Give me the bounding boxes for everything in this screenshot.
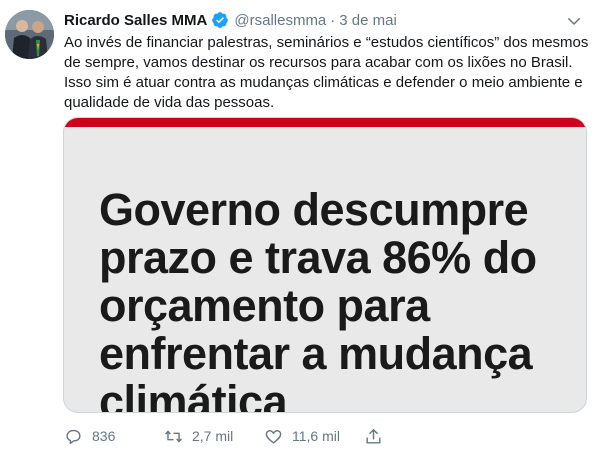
retweet-icon <box>165 430 182 442</box>
share-button[interactable] <box>364 427 383 446</box>
retweet-count: 2,7 mil <box>192 428 234 444</box>
share-icon <box>366 428 381 444</box>
headline-line: Governo descumpre <box>99 184 529 235</box>
tweet-header: Ricardo Salles MMA @rsallesmma · 3 de ma… <box>64 10 583 30</box>
tweet-timestamp[interactable]: 3 de mai <box>339 12 397 29</box>
tweet-text: Ao invés de financiar palestras, seminár… <box>64 33 589 113</box>
reply-count: 836 <box>92 428 116 444</box>
tweet-media-image[interactable]: Governo descumpre prazo e trava 86% do o… <box>63 117 587 413</box>
like-button[interactable]: 11,6 mil <box>264 427 364 446</box>
retweet-button[interactable]: 2,7 mil <box>164 427 264 446</box>
separator-dot: · <box>330 11 336 29</box>
avatar-image <box>5 10 54 59</box>
tweet-text-line: Ao invés de financiar palestras, seminár… <box>64 34 589 51</box>
avatar[interactable] <box>5 10 54 59</box>
reply-icon <box>66 429 81 444</box>
verified-badge-icon <box>211 11 229 29</box>
tweet-actions: 836 2,7 mil 11,6 mil <box>64 425 383 447</box>
headline-line: prazo e trava 86% do <box>99 232 537 283</box>
media-accent-bar <box>64 118 586 127</box>
author-handle[interactable]: @rsallesmma <box>234 12 326 29</box>
media-headline: Governo descumpre prazo e trava 86% do o… <box>99 186 537 413</box>
headline-line: enfrentar a mudança <box>99 328 533 379</box>
chevron-down-icon[interactable] <box>565 12 583 30</box>
headline-line: climática <box>99 376 288 413</box>
like-count: 11,6 mil <box>292 428 340 444</box>
tweet-text-line: Isso sim é atuar contra as mudanças clim… <box>64 74 583 91</box>
heart-icon <box>265 429 282 444</box>
headline-line: orçamento para <box>99 280 430 331</box>
author-name[interactable]: Ricardo Salles MMA <box>64 12 207 29</box>
tweet-text-line: de sempre, vamos destinar os recursos pa… <box>64 54 573 71</box>
reply-button[interactable]: 836 <box>64 427 164 446</box>
tweet-text-line: qualidade de vida das pessoas. <box>64 94 275 111</box>
